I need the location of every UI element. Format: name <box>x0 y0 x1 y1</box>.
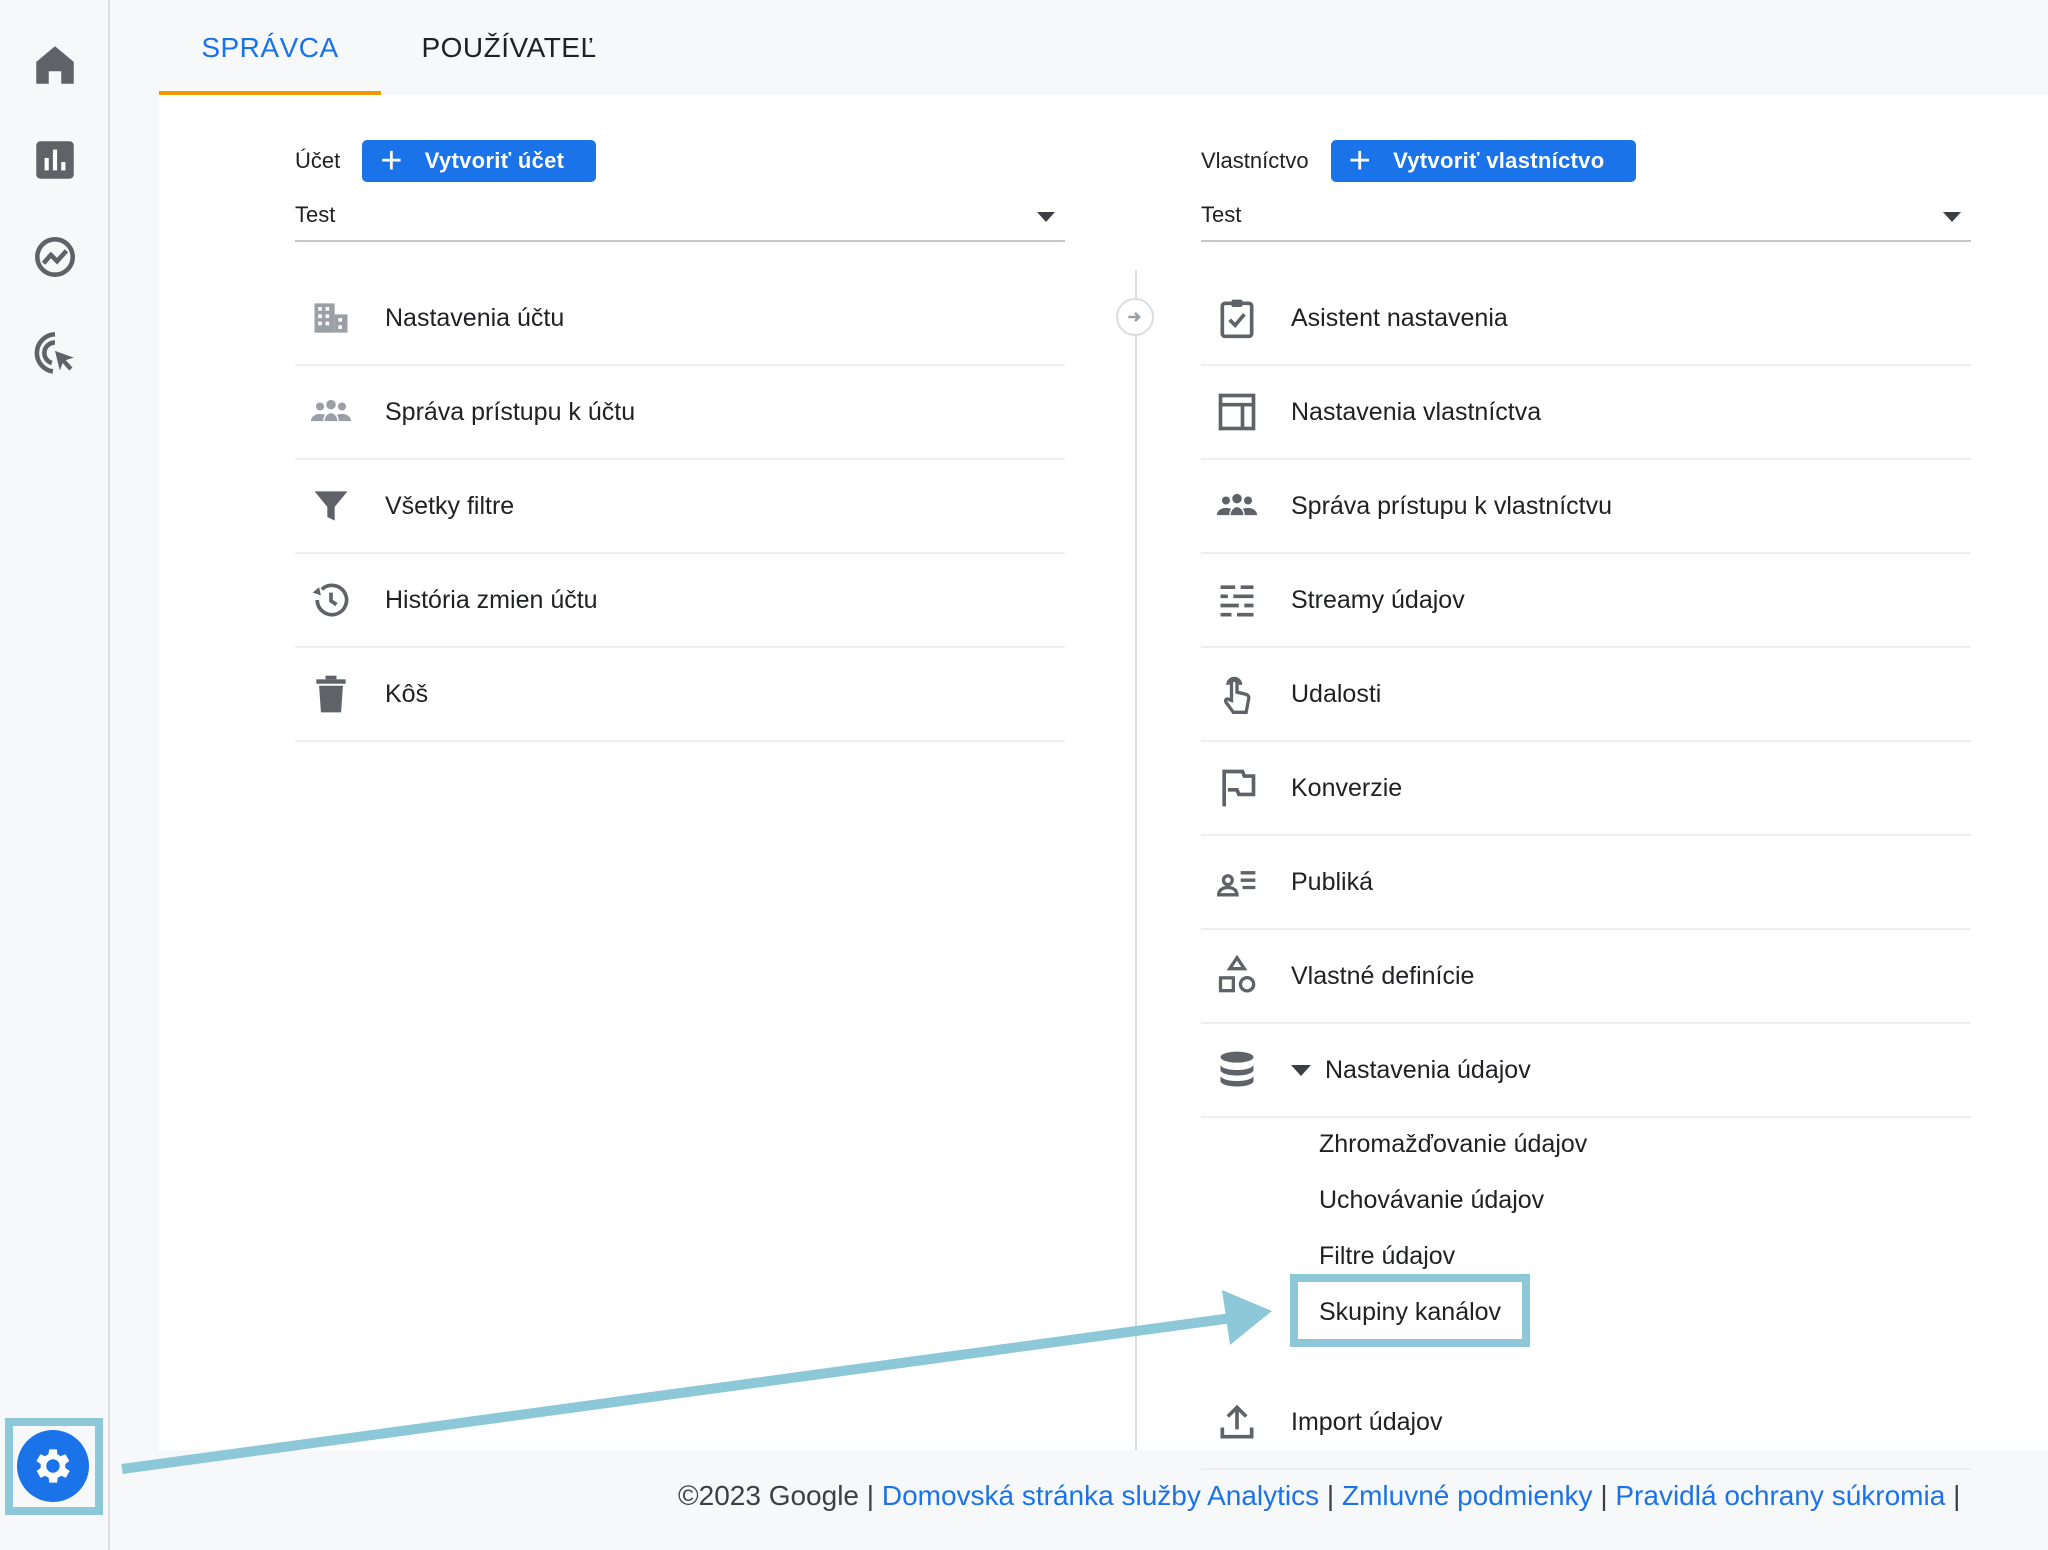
menu-item-label: Publiká <box>1291 867 1373 896</box>
footer-link-analytics-home[interactable]: Domovská stránka služby Analytics <box>882 1480 1319 1511</box>
admin-panel: Účet + Vytvoriť účet Test Nastavenia účt… <box>159 95 2048 1470</box>
create-property-button[interactable]: + Vytvoriť vlastníctvo <box>1330 140 1637 182</box>
menu-item-change-history[interactable]: História zmien účtu <box>295 554 1065 648</box>
menu-item-account-settings[interactable]: Nastavenia účtu <box>295 272 1065 366</box>
reports-icon[interactable] <box>30 135 80 185</box>
menu-item-account-access[interactable]: Správa prístupu k účtu <box>295 366 1065 460</box>
plus-icon: + <box>1348 140 1372 182</box>
create-account-button[interactable]: + Vytvoriť účet <box>362 140 597 182</box>
history-icon <box>307 576 355 624</box>
footer-separator: | <box>866 1480 875 1511</box>
create-property-label: Vytvoriť vlastníctvo <box>1393 148 1605 173</box>
tab-user[interactable]: POUŽÍVATEĽ <box>399 0 619 95</box>
footer-separator: | <box>1953 1480 1961 1511</box>
highlight-box-channel-groups <box>1290 1274 1530 1347</box>
footer: ©2023 Google | Domovská stránka služby A… <box>0 1450 2048 1550</box>
footer-link-privacy[interactable]: Pravidlá ochrany súkromia <box>1615 1480 1945 1511</box>
dropdown-caret-icon <box>1037 212 1055 222</box>
menu-item-label: História zmien účtu <box>385 585 598 614</box>
menu-item-conversions[interactable]: Konverzie <box>1201 742 1971 836</box>
menu-item-trash[interactable]: Kôš <box>295 648 1065 742</box>
footer-separator: | <box>1600 1480 1608 1511</box>
shapes-icon <box>1213 952 1261 1000</box>
highlight-box-gear <box>5 1418 103 1515</box>
submenu-item-data-retention[interactable]: Uchovávanie údajov <box>1319 1186 1544 1215</box>
layout-icon <box>1213 388 1261 436</box>
menu-item-label: Nastavenia účtu <box>385 303 565 332</box>
account-selected-value: Test <box>295 202 336 227</box>
people-icon <box>1213 482 1261 530</box>
audience-icon <box>1213 858 1261 906</box>
touch-icon <box>1213 670 1261 718</box>
menu-item-events[interactable]: Udalosti <box>1201 648 1971 742</box>
account-selector[interactable]: Test <box>295 200 1065 242</box>
menu-item-data-streams[interactable]: Streamy údajov <box>1201 554 1971 648</box>
create-account-label: Vytvoriť účet <box>424 148 565 173</box>
people-icon <box>307 388 355 436</box>
property-selector[interactable]: Test <box>1201 200 1971 242</box>
menu-item-label: Nastavenia údajov <box>1325 1055 1531 1084</box>
property-selected-value: Test <box>1201 202 1242 227</box>
account-menu: Nastavenia účtu Správa prístupu k účtu V… <box>295 272 1065 742</box>
property-label: Vlastníctvo <box>1201 148 1309 173</box>
menu-item-label: Vlastné definície <box>1291 961 1475 990</box>
left-nav-rail <box>0 0 110 1550</box>
menu-item-setup-assistant[interactable]: Asistent nastavenia <box>1201 272 1971 366</box>
menu-item-custom-definitions[interactable]: Vlastné definície <box>1201 930 1971 1024</box>
trash-icon <box>307 670 355 718</box>
menu-item-label: Správa prístupu k vlastníctvu <box>1291 491 1612 520</box>
menu-item-label: Asistent nastavenia <box>1291 303 1508 332</box>
streams-icon <box>1213 576 1261 624</box>
submenu-item-data-filters[interactable]: Filtre údajov <box>1319 1242 1455 1271</box>
database-icon <box>1213 1046 1261 1094</box>
menu-item-label: Import údajov <box>1291 1407 1443 1436</box>
expand-caret-icon[interactable] <box>1291 1064 1311 1076</box>
flag-icon <box>1213 764 1261 812</box>
footer-copyright: ©2023 Google <box>678 1480 859 1511</box>
menu-item-label: Kôš <box>385 679 429 708</box>
menu-item-all-filters[interactable]: Všetky filtre <box>295 460 1065 554</box>
menu-item-property-settings[interactable]: Nastavenia vlastníctva <box>1201 366 1971 460</box>
upload-icon <box>1213 1398 1261 1446</box>
filter-icon <box>307 482 355 530</box>
property-header: Vlastníctvo + Vytvoriť vlastníctvo <box>1201 140 1637 182</box>
explore-icon[interactable] <box>30 232 80 282</box>
checklist-icon <box>1213 294 1261 342</box>
menu-item-label: Správa prístupu k účtu <box>385 397 636 426</box>
tab-admin[interactable]: SPRÁVCA <box>159 0 381 95</box>
submenu-item-data-collection[interactable]: Zhromažďovanie údajov <box>1319 1130 1587 1159</box>
home-icon[interactable] <box>30 40 80 90</box>
building-icon <box>307 294 355 342</box>
arrow-right-icon <box>1116 298 1154 336</box>
account-header: Účet + Vytvoriť účet <box>295 140 597 182</box>
advertising-icon[interactable] <box>30 328 80 378</box>
menu-item-label: Streamy údajov <box>1291 585 1465 614</box>
footer-separator: | <box>1326 1480 1335 1511</box>
menu-item-label: Všetky filtre <box>385 491 515 520</box>
plus-icon: + <box>380 140 403 182</box>
account-label: Účet <box>295 148 341 173</box>
menu-item-audiences[interactable]: Publiká <box>1201 836 1971 930</box>
menu-item-label: Nastavenia vlastníctva <box>1291 397 1542 426</box>
footer-link-terms[interactable]: Zmluvné podmienky <box>1342 1480 1593 1511</box>
column-divider <box>1135 270 1137 1450</box>
menu-item-data-settings[interactable]: Nastavenia údajov <box>1201 1024 1971 1118</box>
menu-item-label: Udalosti <box>1291 679 1382 708</box>
menu-item-label: Konverzie <box>1291 773 1403 802</box>
dropdown-caret-icon <box>1943 212 1961 222</box>
menu-item-property-access[interactable]: Správa prístupu k vlastníctvu <box>1201 460 1971 554</box>
